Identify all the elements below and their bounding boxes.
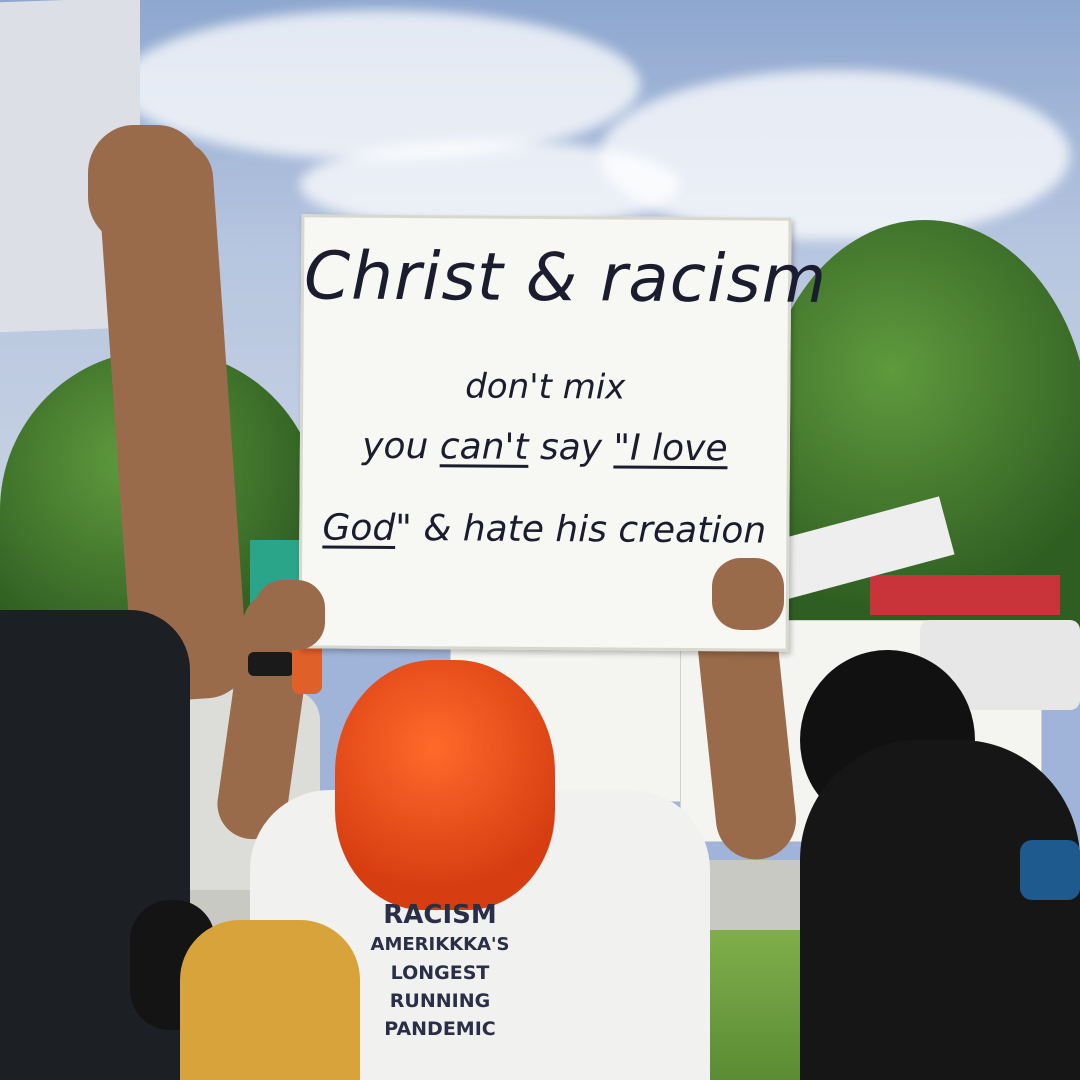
- cloud: [120, 10, 640, 160]
- shirt-text-pandemic: PANDEMIC: [384, 1018, 496, 1040]
- hand-top-left: [88, 125, 203, 245]
- photo-scene: RACISM AMERIKKKA'S LONGEST RUNNING PANDE…: [0, 0, 1080, 1080]
- sign-line-1: Christ & racism: [303, 237, 828, 318]
- sign-line-4: God" & hate his creation: [302, 507, 786, 551]
- sign-word-you: you: [362, 425, 440, 468]
- sign-word-say: say: [528, 426, 614, 469]
- hand-right: [712, 558, 784, 630]
- smartwatch: [248, 652, 294, 676]
- shirt-text-longest: LONGEST: [390, 962, 490, 984]
- shirt-text-running: RUNNING: [389, 990, 491, 1012]
- shirt-text-amerikkka: AMERIKKKA'S: [370, 934, 510, 955]
- sign-line-3: you can't say "I love: [303, 425, 787, 470]
- shirt-text-racism: RACISM: [383, 900, 497, 930]
- cloud: [600, 70, 1070, 240]
- sign-word-cant: can't: [439, 426, 529, 468]
- face-mask: [1020, 840, 1080, 900]
- sign-word-i-love: "I love: [613, 427, 728, 470]
- sign-line-2: don't mix: [465, 366, 626, 408]
- sign-word-god: God: [322, 507, 396, 549]
- red-building: [870, 575, 1060, 615]
- hand-left: [255, 580, 325, 650]
- yellow-top-person: [180, 920, 360, 1080]
- sign-word-hate-creation: " & hate his creation: [395, 507, 767, 552]
- person-braids-right: [800, 740, 1080, 1080]
- red-curly-hair: [335, 660, 555, 910]
